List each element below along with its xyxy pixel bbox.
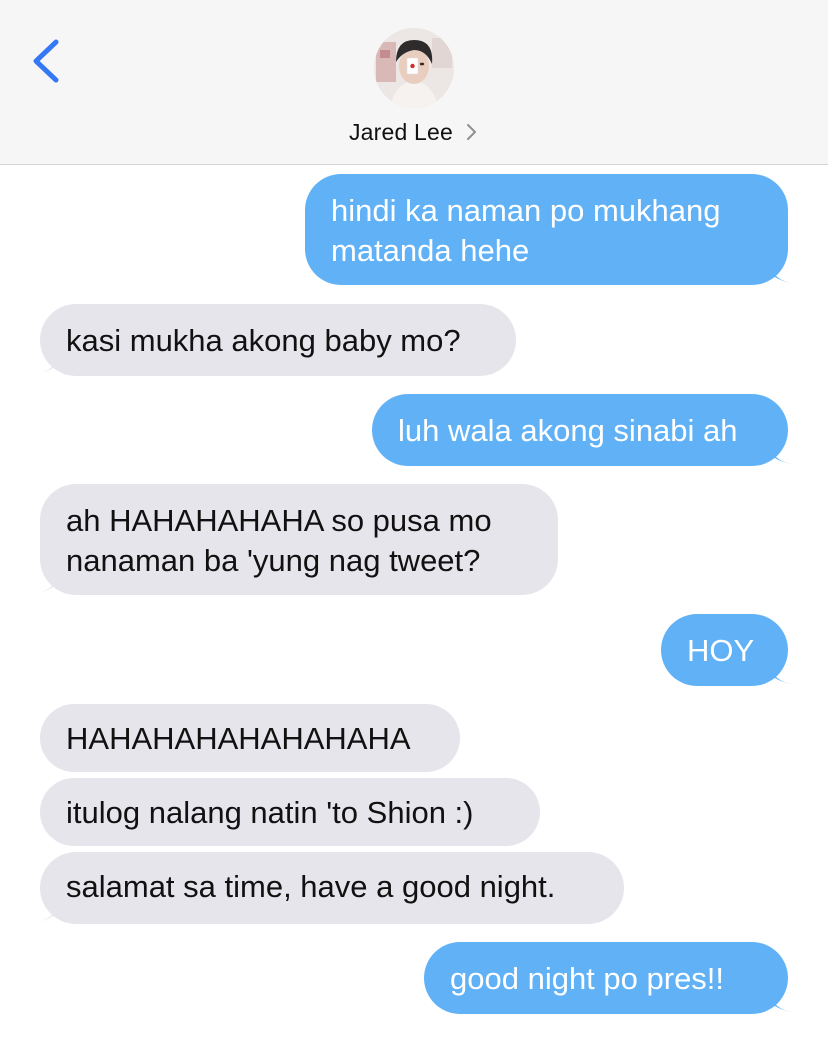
message-bubble-sent[interactable]: HOY xyxy=(661,614,798,686)
message-text: itulog nalang natin 'to Shion :) xyxy=(66,795,474,830)
back-button[interactable] xyxy=(28,36,68,86)
message-bubble-sent[interactable]: good night po pres!! xyxy=(424,942,798,1014)
message-bubble-sent[interactable]: hindi ka naman po mukhang matanda hehe xyxy=(305,174,798,285)
contact-name: Jared Lee xyxy=(348,118,454,145)
message-bubble-received[interactable]: HAHAHAHAHAHAHAHA xyxy=(40,704,460,772)
message-bubble-received[interactable]: salamat sa time, have a good night. xyxy=(30,852,624,924)
contact-avatar[interactable] xyxy=(374,28,454,108)
message-text: HOY xyxy=(687,633,755,668)
contact-details-link[interactable]: Jared Lee xyxy=(0,114,828,150)
chevron-left-icon xyxy=(33,39,59,83)
avatar-photo xyxy=(374,28,454,108)
conversation-header: Jared Lee xyxy=(0,0,828,165)
bubble-tail xyxy=(768,263,798,284)
message-bubble-received[interactable]: ah HAHAHAHAHA so pusa mo nanaman ba 'yun… xyxy=(30,484,558,595)
bubble-tail xyxy=(768,664,798,685)
message-text: luh wala akong sinabi ah xyxy=(398,413,738,448)
message-text-line: matanda hehe xyxy=(331,233,530,268)
message-bubble-received[interactable]: kasi mukha akong baby mo? xyxy=(30,304,516,376)
bubble-tail xyxy=(768,992,798,1013)
message-text: salamat sa time, have a good night. xyxy=(66,869,556,904)
message-bubble-sent[interactable]: luh wala akong sinabi ah xyxy=(372,394,798,466)
message-text: good night po pres!! xyxy=(450,961,725,996)
bubble-tail xyxy=(30,354,60,375)
message-bubble-received[interactable]: itulog nalang natin 'to Shion :) xyxy=(40,778,540,846)
bubble-tail xyxy=(768,444,798,465)
message-text-line: nanaman ba 'yung nag tweet? xyxy=(66,543,481,578)
message-text-line: hindi ka naman po mukhang xyxy=(331,193,721,228)
message-text: HAHAHAHAHAHAHAHA xyxy=(66,721,411,756)
chevron-right-icon xyxy=(467,124,477,140)
message-text: kasi mukha akong baby mo? xyxy=(66,323,461,358)
bubble-tail xyxy=(30,902,60,923)
message-text-line: ah HAHAHAHAHA so pusa mo xyxy=(66,503,492,538)
bubble-tail xyxy=(30,573,60,594)
